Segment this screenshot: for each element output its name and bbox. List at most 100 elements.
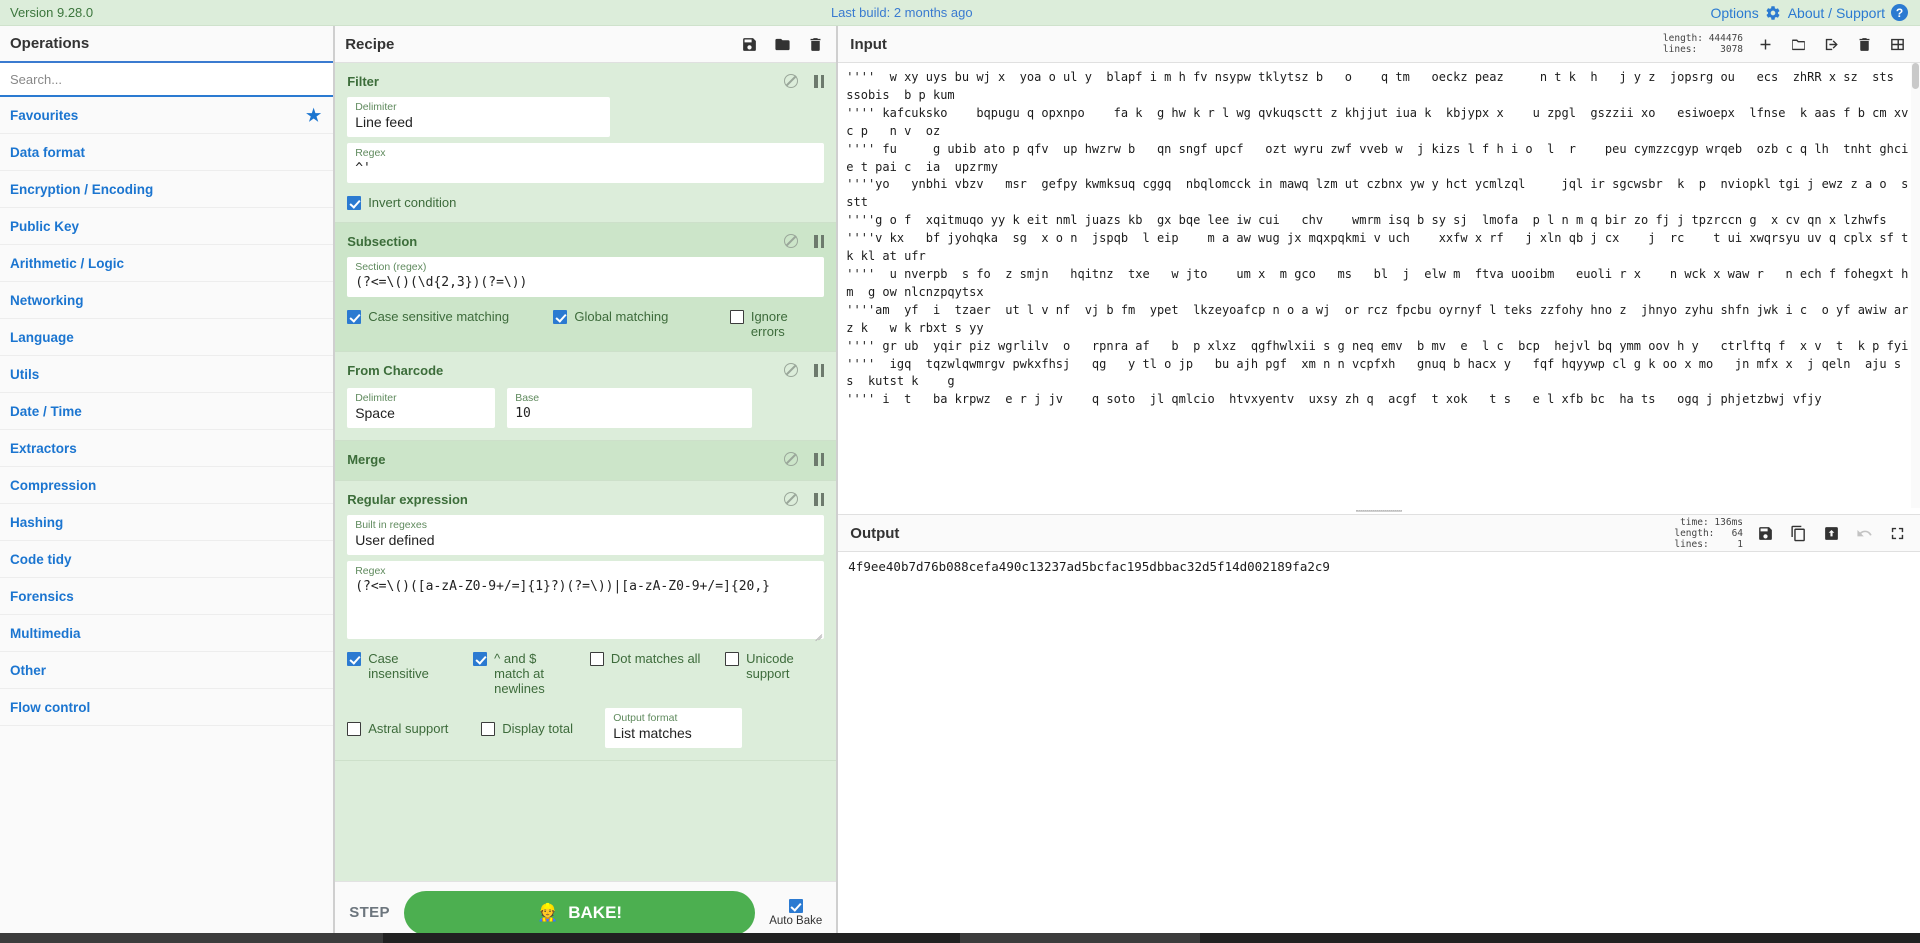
about-support-button[interactable]: About / Support ? xyxy=(1788,4,1908,21)
trash-icon[interactable] xyxy=(807,36,824,53)
disable-op-icon[interactable] xyxy=(784,452,799,466)
sidebar-item-compression[interactable]: Compression xyxy=(0,467,334,504)
checkbox-astral-support[interactable]: Astral support xyxy=(347,721,457,736)
disable-op-icon[interactable] xyxy=(784,363,799,377)
disable-op-icon[interactable] xyxy=(784,492,799,506)
undo-icon[interactable] xyxy=(1856,525,1873,542)
recipe-op-regular-expression[interactable]: Regular expression Built in regexes User… xyxy=(335,481,837,761)
field-label: Regex xyxy=(355,565,386,577)
recipe-op-subsection[interactable]: Subsection Section (regex) (?<=\()(\d{2,… xyxy=(335,223,837,352)
trash-icon[interactable] xyxy=(1856,36,1873,53)
field-section-regex[interactable]: Section (regex) (?<=\()(\d{2,3})(?=\)) xyxy=(347,257,825,297)
checkbox-invert-condition[interactable]: Invert condition xyxy=(347,195,456,210)
sidebar-item-other[interactable]: Other xyxy=(0,652,334,689)
breakpoint-pause-icon[interactable] xyxy=(814,234,825,248)
sidebar-item-forensics[interactable]: Forensics xyxy=(0,578,334,615)
field-regex[interactable]: Regex (?<=\()([a-zA-Z0-9+/=]{1}?)(?=\))|… xyxy=(347,561,825,639)
sidebar-item-public-key[interactable]: Public Key xyxy=(0,208,334,245)
breakpoint-pause-icon[interactable] xyxy=(814,452,825,466)
disable-op-icon[interactable] xyxy=(784,74,799,88)
checkbox-label: Case sensitive matching xyxy=(368,309,510,324)
tabs-icon[interactable] xyxy=(1889,36,1906,53)
field-built-in-regexes[interactable]: Built in regexes User defined xyxy=(347,515,825,555)
checkbox-box xyxy=(481,721,496,736)
recipe-op-from-charcode[interactable]: From Charcode Delimiter Space Base 10 xyxy=(335,352,837,441)
input-scrollbar-thumb[interactable] xyxy=(1912,63,1920,89)
sidebar-item-multimedia[interactable]: Multimedia xyxy=(0,615,334,652)
field-regex[interactable]: Regex ^' xyxy=(347,143,825,183)
sidebar-item-networking[interactable]: Networking xyxy=(0,282,334,319)
output-meta: time: 136ms length: 64 lines: 1 xyxy=(1674,517,1743,550)
replace-input-icon[interactable] xyxy=(1823,525,1840,542)
field-value: Line feed xyxy=(355,114,413,130)
disable-op-icon[interactable] xyxy=(784,234,799,248)
sidebar-item-language[interactable]: Language xyxy=(0,319,334,356)
search-input[interactable] xyxy=(0,63,334,97)
input-text[interactable]: '''' w xy uys bu wj x yoa o ul y blapf i… xyxy=(846,69,1912,409)
checkbox-dot-matches-all[interactable]: Dot matches all xyxy=(589,651,701,666)
recipe-op-filter[interactable]: Filter Delimiter Line feed Regex ^' Inve… xyxy=(335,63,837,223)
input-editor[interactable]: '''' w xy uys bu wj x yoa o ul y blapf i… xyxy=(838,63,1920,515)
sidebar-item-flow-control[interactable]: Flow control xyxy=(0,689,334,726)
field-delimiter[interactable]: Delimiter Line feed xyxy=(347,97,611,137)
sidebar-item-label: Other xyxy=(10,662,47,678)
breakpoint-pause-icon[interactable] xyxy=(814,74,825,88)
operations-panel: Operations Favourites ★ Data format Encr… xyxy=(0,26,336,943)
checkbox-caret-dollar-match-newlines[interactable]: ^ and $ match at newlines xyxy=(473,651,566,696)
breakpoint-pause-icon[interactable] xyxy=(814,363,825,377)
output-editor[interactable]: 4f9ee40b7d76b088cefa490c13237ad5bcfac195… xyxy=(838,552,1920,943)
checkbox-unicode-support[interactable]: Unicode support xyxy=(725,651,824,681)
sidebar-item-date-time[interactable]: Date / Time xyxy=(0,393,334,430)
checkbox-box xyxy=(347,721,362,736)
sidebar-item-favourites[interactable]: Favourites ★ xyxy=(0,97,334,134)
checkbox-ignore-errors[interactable]: Ignore errors xyxy=(729,309,824,339)
bake-button[interactable]: 👷 BAKE! xyxy=(403,890,756,935)
output-lines-label: lines: xyxy=(1674,538,1709,550)
field-label: Delimiter xyxy=(355,392,397,404)
bake-button-label: BAKE! xyxy=(568,902,623,922)
sidebar-item-data-format[interactable]: Data format xyxy=(0,134,334,171)
sidebar-item-hashing[interactable]: Hashing xyxy=(0,504,334,541)
save-icon[interactable] xyxy=(741,36,758,53)
step-button[interactable]: STEP xyxy=(349,904,390,921)
auto-bake-toggle[interactable]: Auto Bake xyxy=(769,898,822,927)
open-in-icon[interactable] xyxy=(1823,36,1840,53)
options-button[interactable]: Options xyxy=(1710,5,1780,21)
recipe-title: Recipe xyxy=(345,35,395,53)
sidebar-item-label: Compression xyxy=(10,477,97,493)
maximize-icon[interactable] xyxy=(1889,525,1906,542)
breakpoint-pause-icon[interactable] xyxy=(814,492,825,506)
recipe-op-merge[interactable]: Merge xyxy=(335,441,837,481)
checkbox-label: Global matching xyxy=(574,309,669,324)
folder-icon[interactable] xyxy=(774,36,791,53)
folder-open-icon[interactable] xyxy=(1790,36,1807,53)
sidebar-item-label: Language xyxy=(10,329,74,345)
input-scrollbar[interactable] xyxy=(1911,63,1920,515)
checkbox-display-total[interactable]: Display total xyxy=(481,721,581,736)
field-value: 10 xyxy=(515,406,531,421)
field-delimiter[interactable]: Delimiter Space xyxy=(347,388,496,428)
sidebar-item-encryption-encoding[interactable]: Encryption / Encoding xyxy=(0,171,334,208)
checkbox-case-sensitive-matching[interactable]: Case sensitive matching xyxy=(347,309,525,324)
checkbox-label: Case insensitive xyxy=(368,651,429,681)
checkbox-box xyxy=(729,310,744,324)
checkbox-global-matching[interactable]: Global matching xyxy=(553,309,701,324)
checkbox-label: Invert condition xyxy=(368,195,457,210)
copy-icon[interactable] xyxy=(1790,525,1807,542)
field-value: List matches xyxy=(613,725,692,741)
sidebar-item-utils[interactable]: Utils xyxy=(0,356,334,393)
sidebar-item-label: Hashing xyxy=(10,514,64,530)
field-base[interactable]: Base 10 xyxy=(507,388,753,428)
panel-resize-grabber[interactable] xyxy=(838,508,1920,515)
save-icon[interactable] xyxy=(1757,525,1774,542)
sidebar-item-arithmetic-logic[interactable]: Arithmetic / Logic xyxy=(0,245,334,282)
sidebar-item-extractors[interactable]: Extractors xyxy=(0,430,334,467)
output-time-label: time: xyxy=(1680,516,1709,528)
sidebar-item-label: Utils xyxy=(10,366,40,382)
checkbox-case-insensitive[interactable]: Case insensitive xyxy=(347,651,449,681)
output-header: Output time: 136ms length: 64 lines: 1 xyxy=(838,515,1920,552)
sidebar-item-code-tidy[interactable]: Code tidy xyxy=(0,541,334,578)
plus-icon[interactable] xyxy=(1757,36,1774,53)
resize-handle-icon[interactable] xyxy=(812,627,822,637)
field-output-format[interactable]: Output format List matches xyxy=(605,708,743,748)
